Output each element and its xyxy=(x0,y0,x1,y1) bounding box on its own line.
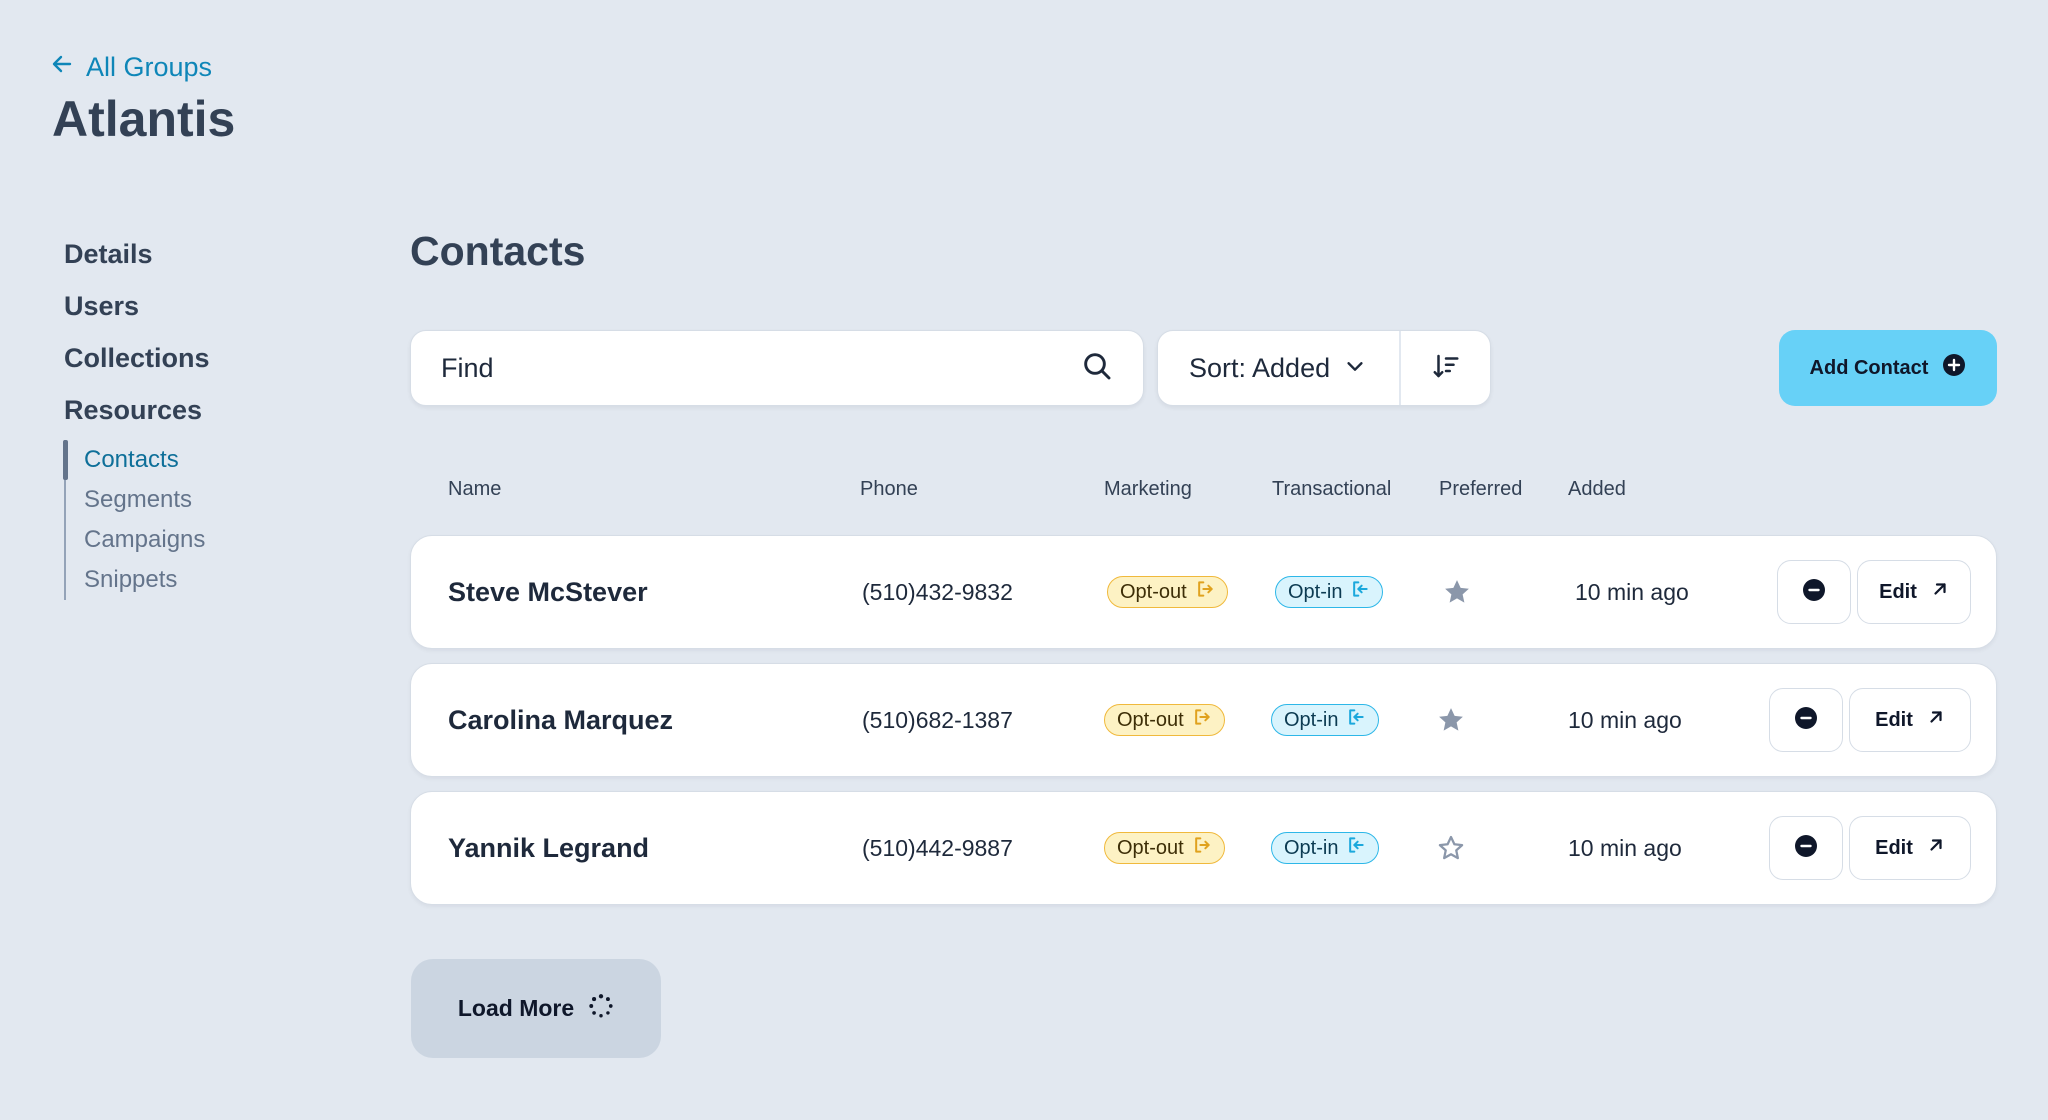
sidebar-item-users[interactable]: Users xyxy=(64,288,210,340)
marketing-status-label: Opt-out xyxy=(1117,708,1184,731)
table-row: Carolina Marquez (510)682-1387 Opt-out O… xyxy=(410,663,1997,777)
contact-name[interactable]: Steve McStever xyxy=(448,536,648,648)
minus-circle-icon xyxy=(1794,834,1818,863)
section-title: Contacts xyxy=(410,228,586,274)
search-box xyxy=(410,330,1144,406)
marketing-status-badge[interactable]: Opt-out xyxy=(1104,832,1225,864)
spinner-icon xyxy=(588,993,614,1025)
opt-in-icon xyxy=(1350,579,1370,605)
sidebar-item-collections[interactable]: Collections xyxy=(64,340,210,392)
sort-control: Sort: Added xyxy=(1157,330,1491,406)
active-indicator xyxy=(63,440,68,480)
minus-circle-icon xyxy=(1794,706,1818,735)
load-more-label: Load More xyxy=(457,995,575,1021)
opt-out-icon xyxy=(1195,579,1215,605)
marketing-status-badge[interactable]: Opt-out xyxy=(1104,704,1225,736)
edit-contact-button[interactable]: Edit xyxy=(1849,688,1971,752)
added-time: 10 min ago xyxy=(1568,834,1682,861)
back-link-label: All Groups xyxy=(86,52,213,82)
preferred-star-outline-icon[interactable] xyxy=(1436,792,1466,904)
added-time: 10 min ago xyxy=(1568,706,1682,733)
marketing-status-badge[interactable]: Opt-out xyxy=(1107,576,1228,608)
resources-sub-nav: Contacts Segments Campaigns Snippets xyxy=(63,440,210,600)
remove-contact-button[interactable] xyxy=(1769,816,1843,880)
transactional-status-badge[interactable]: Opt-in xyxy=(1271,704,1380,736)
arrow-up-right-icon xyxy=(1931,580,1949,604)
sort-descending-icon xyxy=(1431,351,1461,386)
chevron-down-icon xyxy=(1344,353,1366,384)
minus-circle-icon xyxy=(1802,578,1826,607)
opt-in-icon xyxy=(1346,835,1366,861)
table-row: Steve McStever (510)432-9832 Opt-out Opt… xyxy=(410,535,1997,649)
arrow-up-right-icon xyxy=(1927,708,1945,732)
edit-contact-button[interactable]: Edit xyxy=(1849,816,1971,880)
sort-select[interactable]: Sort: Added xyxy=(1158,331,1401,405)
transactional-status-badge[interactable]: Opt-in xyxy=(1275,576,1384,608)
plus-circle-icon xyxy=(1942,353,1966,383)
contact-phone: (510)442-9887 xyxy=(862,834,1013,861)
preferred-star-icon[interactable] xyxy=(1442,536,1472,648)
column-header-marketing[interactable]: Marketing xyxy=(1104,478,1192,501)
arrow-up-right-icon xyxy=(1927,836,1945,860)
remove-contact-button[interactable] xyxy=(1769,688,1843,752)
sidebar-subitem-snippets[interactable]: Snippets xyxy=(84,560,210,600)
column-header-name[interactable]: Name xyxy=(448,478,501,501)
edit-label: Edit xyxy=(1875,708,1913,731)
arrow-left-icon xyxy=(50,52,74,83)
sidebar-nav: Details Users Collections Resources Cont… xyxy=(63,236,210,600)
add-contact-button[interactable]: Add Contact xyxy=(1779,330,1997,406)
edit-label: Edit xyxy=(1875,836,1913,859)
marketing-status-label: Opt-out xyxy=(1117,836,1184,859)
sidebar-subitem-campaigns[interactable]: Campaigns xyxy=(84,520,210,560)
search-icon[interactable] xyxy=(1081,350,1113,387)
sort-direction-button[interactable] xyxy=(1401,331,1490,405)
contact-name[interactable]: Carolina Marquez xyxy=(448,664,673,776)
remove-contact-button[interactable] xyxy=(1777,560,1851,624)
transactional-status-badge[interactable]: Opt-in xyxy=(1271,832,1380,864)
opt-out-icon xyxy=(1192,707,1212,733)
back-to-all-groups-link[interactable]: All Groups xyxy=(50,52,212,83)
opt-in-icon xyxy=(1346,707,1366,733)
column-header-transactional[interactable]: Transactional xyxy=(1272,478,1391,501)
marketing-status-label: Opt-out xyxy=(1120,580,1187,603)
contact-phone: (510)432-9832 xyxy=(862,578,1013,605)
transactional-status-label: Opt-in xyxy=(1284,836,1339,859)
contact-name[interactable]: Yannik Legrand xyxy=(448,792,649,904)
column-header-added[interactable]: Added xyxy=(1568,478,1626,501)
column-header-preferred[interactable]: Preferred xyxy=(1439,478,1522,501)
load-more-button[interactable]: Load More xyxy=(411,959,661,1058)
table-row: Yannik Legrand (510)442-9887 Opt-out Opt… xyxy=(410,791,1997,905)
edit-label: Edit xyxy=(1879,580,1917,603)
add-contact-label: Add Contact xyxy=(1809,356,1929,379)
added-time: 10 min ago xyxy=(1575,578,1689,605)
sidebar-subitem-segments[interactable]: Segments xyxy=(84,480,210,520)
sort-select-label: Sort: Added xyxy=(1189,352,1331,383)
column-header-phone[interactable]: Phone xyxy=(860,478,918,501)
edit-contact-button[interactable]: Edit xyxy=(1857,560,1971,624)
transactional-status-label: Opt-in xyxy=(1284,708,1339,731)
sidebar-subitem-contacts[interactable]: Contacts xyxy=(84,440,210,480)
sidebar-item-details[interactable]: Details xyxy=(64,236,210,288)
opt-out-icon xyxy=(1192,835,1212,861)
group-title: Atlantis xyxy=(52,91,236,147)
sidebar-item-resources[interactable]: Resources xyxy=(64,392,210,444)
search-input[interactable] xyxy=(441,352,1081,384)
preferred-star-icon[interactable] xyxy=(1436,664,1466,776)
contact-phone: (510)682-1387 xyxy=(862,706,1013,733)
transactional-status-label: Opt-in xyxy=(1288,580,1343,603)
